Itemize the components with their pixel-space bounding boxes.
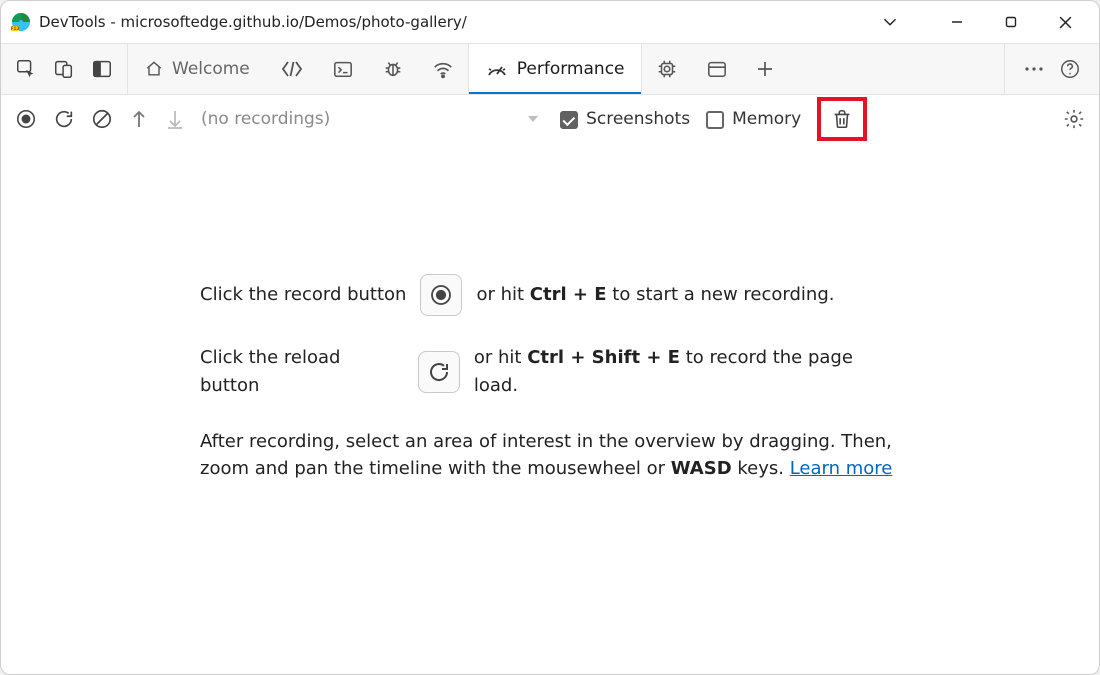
instruction-paragraph: After recording, select an area of inter… (200, 428, 900, 484)
help-icon[interactable] (1059, 58, 1081, 80)
window-controls (939, 6, 1093, 38)
close-button[interactable] (1047, 6, 1083, 38)
tabstrip-right-group (1004, 44, 1099, 94)
panel-tabstrip: Welcome (1, 43, 1099, 95)
recordings-dropdown[interactable]: (no recordings) (201, 109, 330, 129)
clear-button[interactable] (91, 108, 113, 130)
bug-icon (382, 58, 404, 80)
performance-toolbar: (no recordings) Screenshots Memory (1, 95, 1099, 143)
reload-record-button[interactable] (53, 108, 75, 130)
inspect-element-icon[interactable] (15, 58, 37, 80)
home-icon (144, 59, 164, 79)
record-button[interactable] (15, 108, 37, 130)
add-tab-button[interactable] (742, 44, 788, 94)
devtools-window: F12 DevTools - microsoftedge.github.io/D… (0, 0, 1100, 675)
tab-performance[interactable]: Performance (468, 44, 642, 94)
titlebar: F12 DevTools - microsoftedge.github.io/D… (1, 1, 1099, 43)
dropdown-caret-icon[interactable] (526, 113, 540, 125)
screenshots-label: Screenshots (586, 109, 690, 129)
tab-label: Performance (517, 59, 625, 79)
edge-devtools-icon: F12 (11, 12, 31, 32)
performance-gauge-icon (485, 59, 509, 79)
tab-network[interactable] (418, 44, 468, 94)
screenshots-toggle[interactable]: Screenshots (560, 109, 690, 129)
checkbox-unchecked-icon (706, 111, 724, 129)
dock-side-icon[interactable] (91, 58, 113, 80)
tab-label: Welcome (172, 59, 250, 79)
svg-text:F12: F12 (11, 26, 20, 32)
memory-label: Memory (732, 109, 801, 129)
load-profile-button[interactable] (129, 108, 149, 130)
chevron-down-icon[interactable] (879, 11, 901, 33)
application-icon (706, 59, 728, 79)
tab-console[interactable] (318, 44, 368, 94)
more-options-icon[interactable] (1023, 60, 1045, 78)
checkbox-checked-icon (560, 111, 578, 129)
tab-application[interactable] (692, 44, 742, 94)
save-profile-button[interactable] (165, 108, 185, 130)
tab-welcome[interactable]: Welcome (128, 44, 266, 94)
instruction-reload: Click the reload button or hit Ctrl + Sh… (200, 344, 900, 400)
wifi-icon (432, 59, 454, 79)
console-icon (332, 59, 354, 79)
tab-memory[interactable] (642, 44, 692, 94)
settings-gear-icon[interactable] (1063, 108, 1085, 130)
window-title: DevTools - microsoftedge.github.io/Demos… (39, 13, 871, 31)
instruction-record: Click the record button or hit Ctrl + E … (200, 274, 900, 316)
maximize-button[interactable] (993, 6, 1029, 38)
elements-icon (280, 59, 304, 79)
plus-icon (756, 60, 774, 78)
text: or hit Ctrl + E to start a new recording… (476, 281, 834, 309)
tab-elements[interactable] (266, 44, 318, 94)
reload-button-demo (418, 351, 460, 393)
minimize-button[interactable] (939, 6, 975, 38)
text: Click the reload button (200, 344, 404, 400)
chip-icon (656, 58, 678, 80)
record-button-demo (420, 274, 462, 316)
delete-button-highlight (817, 97, 867, 141)
text: Click the record button (200, 281, 406, 309)
instructions: Click the record button or hit Ctrl + E … (200, 274, 900, 484)
tab-list: Welcome (128, 44, 1004, 94)
device-emulation-icon[interactable] (53, 58, 75, 80)
tab-sources[interactable] (368, 44, 418, 94)
memory-toggle[interactable]: Memory (706, 109, 801, 129)
text: or hit Ctrl + Shift + E to record the pa… (474, 344, 900, 400)
performance-empty-state: Click the record button or hit Ctrl + E … (1, 143, 1099, 674)
tabstrip-left-group (1, 44, 128, 94)
learn-more-link[interactable]: Learn more (790, 458, 893, 479)
trash-icon[interactable] (831, 107, 853, 131)
